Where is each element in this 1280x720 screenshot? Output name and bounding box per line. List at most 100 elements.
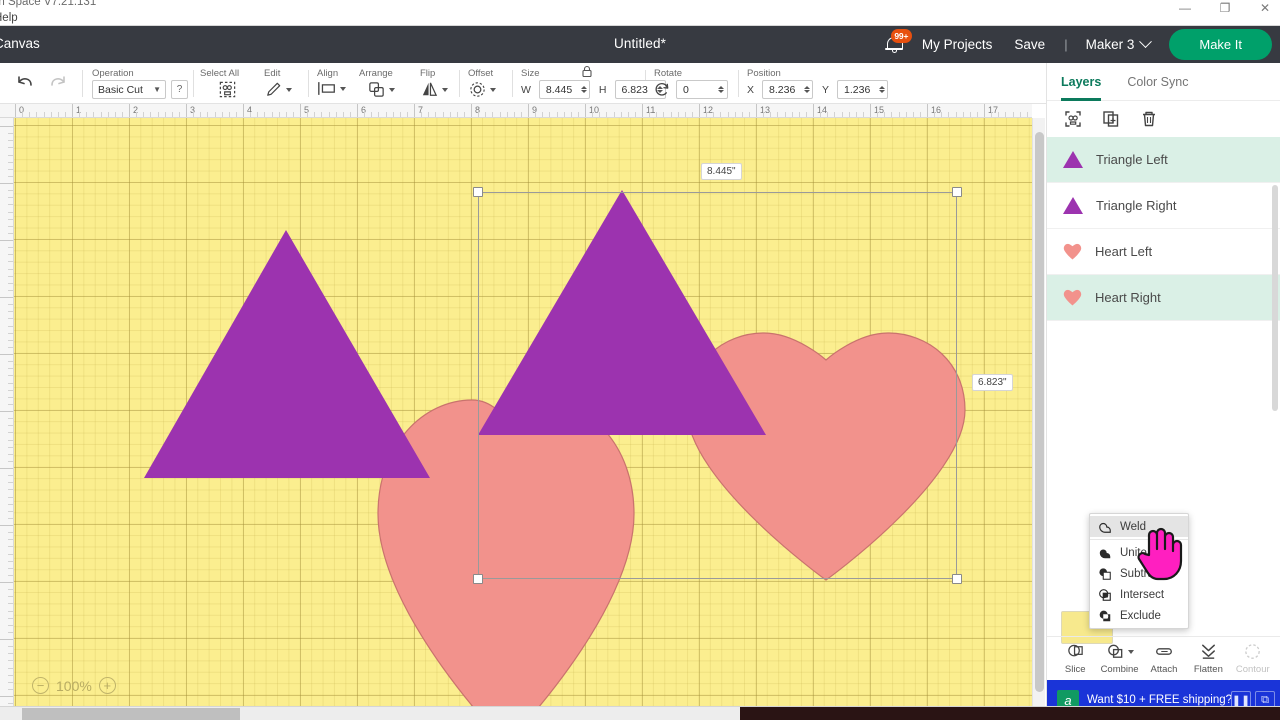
context-menu-item-exclude[interactable]: Exclude [1090, 605, 1188, 626]
layer-item-triangle-right[interactable]: Triangle Right [1047, 183, 1280, 229]
save-button[interactable]: Save [1003, 37, 1056, 52]
layer-item-heart-right[interactable]: Heart Right [1047, 275, 1280, 321]
operation-select[interactable]: Basic Cut ▼ [92, 80, 166, 99]
rotate-fields: 0 [654, 80, 728, 99]
delete-button[interactable] [1139, 109, 1159, 129]
close-icon: ✕ [1259, 1, 1271, 15]
context-menu-item-weld[interactable]: Weld [1090, 516, 1188, 537]
combine-button[interactable]: Combine [1099, 643, 1141, 675]
zoom-in-button[interactable]: + [98, 677, 116, 694]
taskbar-item[interactable] [22, 708, 240, 720]
selection-handle-bottom-left[interactable] [473, 574, 483, 584]
zoom-out-button[interactable]: − [32, 677, 49, 694]
tab-color-sync[interactable]: Color Sync [1127, 63, 1188, 101]
flatten-button[interactable]: Flatten [1187, 643, 1229, 675]
position-y-stepper[interactable] [879, 86, 886, 93]
arrange-icon [369, 82, 384, 97]
layer-item-heart-left[interactable]: Heart Left [1047, 229, 1280, 275]
ruler-tick [0, 582, 13, 583]
ruler-label: 17 [988, 105, 999, 115]
context-menu-label: Unite [1120, 546, 1147, 559]
rotate-value: 0 [683, 83, 689, 96]
maximize-icon: ❐ [1219, 1, 1231, 15]
position-x-input[interactable]: 8.236 [762, 80, 814, 99]
unite-icon [1098, 546, 1112, 560]
flatten-icon [1199, 643, 1218, 661]
selection-handle-top-left[interactable] [473, 187, 483, 197]
position-y-input[interactable]: 1.236 [837, 80, 889, 99]
slice-button[interactable]: Slice [1054, 643, 1096, 675]
rotate-input[interactable]: 0 [676, 80, 728, 99]
position-label: Position [747, 68, 781, 79]
ruler-tick [0, 183, 13, 184]
minimize-button[interactable]: — [1176, 0, 1194, 16]
layer-item-triangle-left[interactable]: Triangle Left [1047, 137, 1280, 183]
maximize-button[interactable]: ❐ [1216, 0, 1234, 16]
undo-redo-group [0, 63, 82, 104]
shape-triangle-left[interactable] [142, 228, 434, 483]
redo-button[interactable] [49, 74, 68, 93]
layers-list: Triangle Left Triangle Right Heart Left Hea… [1047, 137, 1280, 321]
ruler-tick [129, 104, 130, 117]
notifications-button[interactable]: 99+ [877, 26, 912, 63]
ruler-tick [642, 104, 643, 117]
attach-button[interactable]: Attach [1143, 643, 1185, 675]
layers-scrollbar[interactable] [1271, 175, 1279, 415]
align-button[interactable] [317, 80, 346, 97]
undo-button[interactable] [14, 74, 33, 93]
close-button[interactable]: ✕ [1256, 0, 1274, 16]
machine-selector[interactable]: Maker 3 [1076, 35, 1161, 52]
operation-help-button[interactable]: ? [171, 80, 188, 99]
tab-layers[interactable]: Layers [1061, 63, 1102, 101]
edit-button[interactable] [264, 80, 292, 99]
context-menu-item-subtract[interactable]: Subtract [1090, 563, 1188, 584]
context-menu-item-intersect[interactable]: Intersect [1090, 584, 1188, 605]
size-w-value: 8.445 [545, 83, 573, 96]
zoom-control: − 100% + [32, 677, 116, 694]
canvas-vertical-scroll-thumb[interactable] [1035, 132, 1044, 692]
lock-icon [582, 65, 592, 78]
select-all-button[interactable] [218, 80, 237, 99]
cricut-design-space-window: gn Space V7.21.131 Help — ❐ ✕ Canvas Unt… [0, 0, 1280, 720]
ruler-tick [186, 104, 187, 117]
context-menu-label: Weld [1120, 520, 1146, 533]
make-it-button[interactable]: Make It [1169, 29, 1272, 60]
ruler-tick [528, 104, 529, 117]
group-button[interactable] [1063, 109, 1083, 129]
size-w-input[interactable]: 8.445 [538, 80, 590, 99]
size-w-stepper[interactable] [580, 86, 587, 93]
lock-aspect-ratio-button[interactable] [581, 65, 593, 78]
duplicate-button[interactable] [1101, 109, 1121, 129]
context-menu-separator [1090, 539, 1188, 540]
layers-scroll-thumb[interactable] [1272, 185, 1278, 411]
os-menu-help[interactable]: Help [0, 12, 18, 24]
ruler-label: 13 [760, 105, 771, 115]
position-x-stepper[interactable] [804, 86, 811, 93]
selection-handle-top-right[interactable] [952, 187, 962, 197]
rotate-stepper[interactable] [718, 86, 724, 93]
flip-button[interactable] [420, 80, 448, 99]
context-menu-item-unite[interactable]: Unite [1090, 542, 1188, 563]
caret-down-icon [490, 87, 496, 92]
offset-button[interactable] [468, 80, 496, 99]
position-y-value: 1.236 [844, 83, 871, 96]
design-canvas[interactable]: 8.445" 6.823" − 100% + [14, 118, 1032, 706]
ruler-tick [0, 696, 13, 697]
window-controls: — ❐ ✕ [1176, 0, 1274, 16]
arrange-button[interactable] [367, 80, 395, 99]
ruler-tick [0, 354, 13, 355]
select-all-label: Select All [200, 68, 240, 79]
my-projects-link[interactable]: My Projects [911, 37, 1004, 52]
ruler-tick [585, 104, 586, 117]
arrange-group: Arrange [355, 63, 411, 104]
ruler-tick [984, 104, 985, 117]
rotate-group: Rotate 0 [646, 63, 738, 104]
position-group: Position X 8.236 Y 1.236 [739, 63, 889, 104]
caret-down-icon [389, 87, 395, 92]
pencil-icon [267, 82, 281, 96]
position-y-label: Y [822, 83, 830, 96]
ruler-label: 10 [589, 105, 600, 115]
selection-handle-bottom-right[interactable] [952, 574, 962, 584]
canvas-vertical-scrollbar[interactable] [1032, 118, 1045, 706]
arrange-label: Arrange [359, 68, 393, 79]
